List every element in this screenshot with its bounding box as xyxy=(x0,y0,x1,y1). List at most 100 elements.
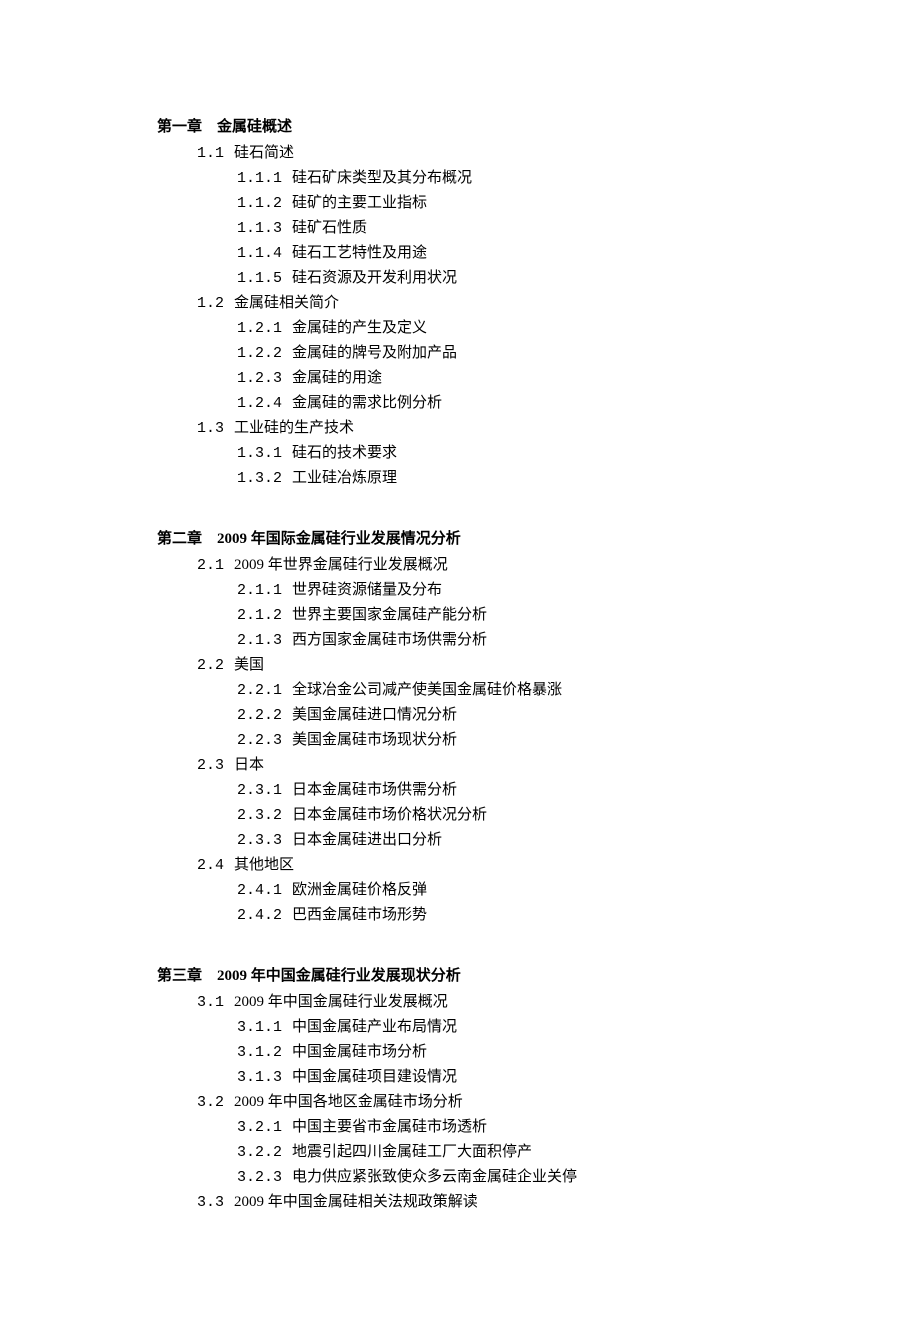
subsection-title: 金属硅的牌号及附加产品 xyxy=(292,345,457,361)
section-line: 3.32009 年中国金属硅相关法规政策解读 xyxy=(197,1190,825,1215)
section-line: 2.2 美国 xyxy=(197,653,825,678)
section-number: 2.3 xyxy=(197,757,224,774)
subsection-line: 3.2.2 地震引起四川金属硅工厂大面积停产 xyxy=(237,1140,825,1165)
subsection-title: 巴西金属硅市场形势 xyxy=(292,907,427,923)
subsection-number: 2.2.2 xyxy=(237,707,282,724)
subsection-title: 欧洲金属硅价格反弹 xyxy=(292,882,427,898)
subsection-title: 西方国家金属硅市场供需分析 xyxy=(292,632,487,648)
subsection-line: 3.1.2中国金属硅市场分析 xyxy=(237,1040,825,1065)
subsection-title: 美国金属硅市场现状分析 xyxy=(292,732,457,748)
subsection-line: 2.4.1 欧洲金属硅价格反弹 xyxy=(237,878,825,903)
section-number: 2.1 xyxy=(197,557,224,574)
subsection-number: 3.2.2 xyxy=(237,1144,282,1161)
subsection-line: 2.3.3日本金属硅进出口分析 xyxy=(237,828,825,853)
section-title: 其他地区 xyxy=(234,857,294,873)
subsection-number: 2.2.3 xyxy=(237,732,282,749)
section-number: 1.2 xyxy=(197,295,224,312)
section-line: 2.12009 年世界金属硅行业发展概况 xyxy=(197,553,825,578)
subsection-line: 1.1.4硅石工艺特性及用途 xyxy=(237,241,825,266)
subsection-line: 2.4.2 巴西金属硅市场形势 xyxy=(237,903,825,928)
subsection-number: 1.1.5 xyxy=(237,270,282,287)
section-title: 日本 xyxy=(234,757,264,773)
subsection-line: 1.1.3硅矿石性质 xyxy=(237,216,825,241)
subsection-number: 1.1.4 xyxy=(237,245,282,262)
subsection-number: 1.3.2 xyxy=(237,470,282,487)
subsection-title: 地震引起四川金属硅工厂大面积停产 xyxy=(292,1144,532,1160)
subsection-title: 硅石资源及开发利用状况 xyxy=(292,270,457,286)
subsection-number: 1.2.3 xyxy=(237,370,282,387)
subsection-number: 2.2.1 xyxy=(237,682,282,699)
subsection-line: 2.3.2日本金属硅市场价格状况分析 xyxy=(237,803,825,828)
subsection-number: 3.1.3 xyxy=(237,1069,282,1086)
subsection-title: 金属硅的用途 xyxy=(292,370,382,386)
subsection-number: 2.1.3 xyxy=(237,632,282,649)
subsection-title: 中国金属硅产业布局情况 xyxy=(292,1019,457,1035)
section-line: 1.1 硅石简述 xyxy=(197,141,825,166)
subsection-title: 日本金属硅进出口分析 xyxy=(292,832,442,848)
subsection-number: 1.2.1 xyxy=(237,320,282,337)
section-number: 3.2 xyxy=(197,1094,224,1111)
chapter-title: 第三章 2009 年中国金属硅行业发展现状分析 xyxy=(157,964,825,988)
subsection-title: 日本金属硅市场供需分析 xyxy=(292,782,457,798)
section-line: 1.3工业硅的生产技术 xyxy=(197,416,825,441)
subsection-number: 1.1.2 xyxy=(237,195,282,212)
subsection-number: 2.4.2 xyxy=(237,907,282,924)
subsection-number: 3.1.2 xyxy=(237,1044,282,1061)
subsection-number: 1.2.4 xyxy=(237,395,282,412)
subsection-title: 全球冶金公司减产使美国金属硅价格暴涨 xyxy=(292,682,562,698)
subsection-line: 2.1.1 世界硅资源储量及分布 xyxy=(237,578,825,603)
subsection-line: 1.3.1硅石的技术要求 xyxy=(237,441,825,466)
subsection-line: 2.2.2美国金属硅进口情况分析 xyxy=(237,703,825,728)
subsection-number: 3.1.1 xyxy=(237,1019,282,1036)
subsection-line: 1.1.2硅矿的主要工业指标 xyxy=(237,191,825,216)
subsection-number: 2.3.2 xyxy=(237,807,282,824)
chapter-block: 第一章 金属硅概述1.1硅石简述1.1.1硅石矿床类型及其分布概况1.1.2硅矿… xyxy=(157,115,825,491)
section-line: 3.22009 年中国各地区金属硅市场分析 xyxy=(197,1090,825,1115)
section-line: 1.2金属硅相关简介 xyxy=(197,291,825,316)
subsection-line: 3.2.1 中国主要省市金属硅市场透析 xyxy=(237,1115,825,1140)
section-title: 美国 xyxy=(234,657,264,673)
section-title: 硅石简述 xyxy=(234,145,294,161)
subsection-title: 世界主要国家金属硅产能分析 xyxy=(292,607,487,623)
subsection-title: 硅石矿床类型及其分布概况 xyxy=(292,170,472,186)
subsection-line: 1.2.4 金属硅的需求比例分析 xyxy=(237,391,825,416)
subsection-line: 2.2.3 美国金属硅市场现状分析 xyxy=(237,728,825,753)
subsection-line: 2.3.1 日本金属硅市场供需分析 xyxy=(237,778,825,803)
subsection-line: 3.2.3电力供应紧张致使众多云南金属硅企业关停 xyxy=(237,1165,825,1190)
subsection-line: 1.2.3 金属硅的用途 xyxy=(237,366,825,391)
subsection-title: 硅石的技术要求 xyxy=(292,445,397,461)
subsection-title: 金属硅的需求比例分析 xyxy=(292,395,442,411)
section-number: 3.1 xyxy=(197,994,224,1011)
chapter-title: 第一章 金属硅概述 xyxy=(157,115,825,139)
subsection-line: 1.2.2 金属硅的牌号及附加产品 xyxy=(237,341,825,366)
subsection-number: 2.1.1 xyxy=(237,582,282,599)
subsection-title: 中国主要省市金属硅市场透析 xyxy=(292,1119,487,1135)
subsection-line: 2.1.3 西方国家金属硅市场供需分析 xyxy=(237,628,825,653)
section-number: 2.4 xyxy=(197,857,224,874)
subsection-number: 2.4.1 xyxy=(237,882,282,899)
subsection-line: 2.2.1 全球冶金公司减产使美国金属硅价格暴涨 xyxy=(237,678,825,703)
subsection-title: 世界硅资源储量及分布 xyxy=(292,582,442,598)
subsection-number: 2.3.1 xyxy=(237,782,282,799)
subsection-line: 3.1.3中国金属硅项目建设情况 xyxy=(237,1065,825,1090)
section-line: 2.4 其他地区 xyxy=(197,853,825,878)
subsection-number: 1.2.2 xyxy=(237,345,282,362)
chapter-title: 第二章 2009 年国际金属硅行业发展情况分析 xyxy=(157,527,825,551)
subsection-number: 3.2.3 xyxy=(237,1169,282,1186)
subsection-title: 工业硅冶炼原理 xyxy=(292,470,397,486)
section-title: 2009 年中国金属硅行业发展概况 xyxy=(234,994,448,1010)
subsection-line: 1.1.5 硅石资源及开发利用状况 xyxy=(237,266,825,291)
section-number: 1.3 xyxy=(197,420,224,437)
section-title: 2009 年中国金属硅相关法规政策解读 xyxy=(234,1194,478,1210)
section-number: 1.1 xyxy=(197,145,224,162)
subsection-title: 金属硅的产生及定义 xyxy=(292,320,427,336)
section-line: 2.3 日本 xyxy=(197,753,825,778)
document-page: 第一章 金属硅概述1.1硅石简述1.1.1硅石矿床类型及其分布概况1.1.2硅矿… xyxy=(0,0,920,1331)
subsection-line: 1.2.1 金属硅的产生及定义 xyxy=(237,316,825,341)
subsection-number: 3.2.1 xyxy=(237,1119,282,1136)
subsection-line: 1.3.2 工业硅冶炼原理 xyxy=(237,466,825,491)
chapter-block: 第二章 2009 年国际金属硅行业发展情况分析2.12009 年世界金属硅行业发… xyxy=(157,527,825,928)
section-number: 2.2 xyxy=(197,657,224,674)
subsection-line: 1.1.1硅石矿床类型及其分布概况 xyxy=(237,166,825,191)
subsection-title: 硅矿石性质 xyxy=(292,220,367,236)
